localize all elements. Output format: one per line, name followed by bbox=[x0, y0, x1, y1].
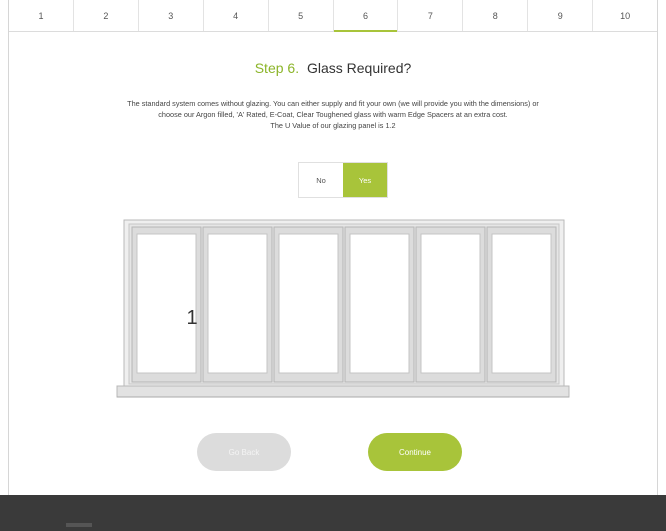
door-glass-pane bbox=[420, 233, 481, 374]
footer-logo bbox=[66, 523, 92, 527]
page-footer bbox=[0, 495, 666, 531]
door-sill bbox=[116, 385, 570, 398]
door-glass-pane bbox=[278, 233, 339, 374]
door-glass-pane bbox=[207, 233, 268, 374]
door-glass-pane bbox=[349, 233, 410, 374]
door-glass-pane bbox=[491, 233, 552, 374]
continue-button[interactable]: Continue bbox=[368, 433, 462, 471]
bifold-door-diagram: 1 bbox=[116, 219, 570, 398]
door-glass-pane bbox=[136, 233, 197, 374]
door-handle-marker: 1 bbox=[186, 307, 197, 329]
go-back-button[interactable]: Go Back bbox=[197, 433, 291, 471]
